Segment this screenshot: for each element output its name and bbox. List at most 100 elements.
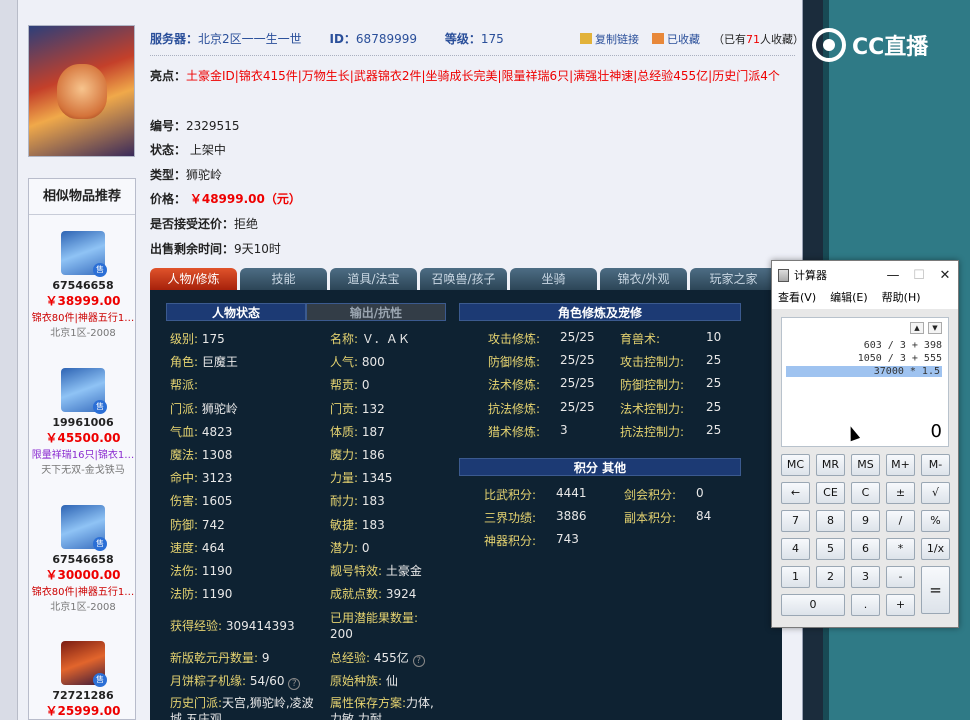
calc-key-n1[interactable]: 1 bbox=[781, 566, 810, 588]
calc-key-n7[interactable]: 7 bbox=[781, 510, 810, 532]
calc-key-sqrt[interactable]: √ bbox=[921, 482, 950, 504]
copy-link-button[interactable]: 复制链接 bbox=[580, 31, 639, 47]
calc-key-mminus[interactable]: M- bbox=[921, 454, 950, 476]
stat-value: 175 bbox=[201, 332, 225, 346]
maximize-icon[interactable]: ☐ bbox=[906, 268, 932, 283]
stat-row: 成就点数: 3924 bbox=[330, 585, 416, 602]
calc-key-n3[interactable]: 3 bbox=[851, 566, 880, 588]
calc-key-n0[interactable]: 0 bbox=[781, 594, 845, 616]
highlights-text: 土豪金ID|锦衣415件|万物生长|武器锦衣2件|坐骑成长完美|限量祥瑞6只|满… bbox=[186, 69, 780, 83]
stat-label: 防御控制力: bbox=[620, 378, 685, 393]
tab-character[interactable]: 人物/修炼 bbox=[150, 268, 237, 290]
stat-label: 育兽术: bbox=[620, 332, 661, 346]
calc-key-c[interactable]: C bbox=[851, 482, 880, 504]
stat-label: 速度: bbox=[170, 540, 199, 555]
stat-value: 1190 bbox=[201, 564, 233, 578]
calc-key-mplus[interactable]: M+ bbox=[886, 454, 915, 476]
menu-edit[interactable]: 编辑(E) bbox=[830, 289, 868, 309]
calc-key-n6[interactable]: 6 bbox=[851, 538, 880, 560]
stat-row: 魔法: 1308 bbox=[170, 446, 232, 463]
qianyuan-stat: 新版乾元丹数量: 9 bbox=[170, 651, 270, 665]
stat-value: 132 bbox=[361, 401, 385, 416]
calc-key-pct[interactable]: % bbox=[921, 510, 950, 532]
stat-value: 1345 bbox=[361, 471, 393, 486]
stat-label: 三界功绩: bbox=[484, 511, 537, 526]
stat-row: 体质: 187 bbox=[330, 423, 385, 440]
history-down-icon[interactable]: ▼ bbox=[928, 322, 942, 334]
calc-key-n8[interactable]: 8 bbox=[816, 510, 845, 532]
calc-key-sub[interactable]: - bbox=[886, 566, 915, 588]
menu-help[interactable]: 帮助(H) bbox=[882, 289, 921, 309]
close-icon[interactable]: ✕ bbox=[932, 268, 958, 283]
menu-view[interactable]: 查看(V) bbox=[778, 289, 816, 309]
char-status-header[interactable]: 人物状态 bbox=[166, 303, 306, 321]
stat-label: 剑会积分: bbox=[624, 488, 677, 502]
stat-value: 3123 bbox=[201, 471, 233, 486]
stat-row: 法防: 1190 bbox=[170, 585, 232, 602]
help-icon[interactable]: ? bbox=[288, 678, 301, 690]
calc-key-mul[interactable]: * bbox=[886, 538, 915, 560]
calc-key-n4[interactable]: 4 bbox=[781, 538, 810, 560]
item-id: 68789999 bbox=[355, 32, 417, 46]
calc-key-ms[interactable]: MS bbox=[851, 454, 880, 476]
calc-key-dot[interactable]: . bbox=[851, 594, 880, 616]
tab-skills[interactable]: 技能 bbox=[240, 268, 327, 290]
calc-key-ce[interactable]: CE bbox=[816, 482, 845, 504]
stat-value: 25 bbox=[706, 422, 722, 437]
stat-label: 级别: bbox=[170, 332, 199, 346]
tab-home[interactable]: 玩家之家 bbox=[690, 268, 777, 290]
similar-item[interactable]: 售 72721286 ￥25999.00 bbox=[29, 641, 137, 719]
favorite-button[interactable]: 已收藏 bbox=[652, 31, 700, 47]
calc-key-mr[interactable]: MR bbox=[816, 454, 845, 476]
stat-value: 25 bbox=[706, 376, 722, 391]
tab-mounts[interactable]: 坐骑 bbox=[510, 268, 597, 290]
calc-key-inv[interactable]: 1/x bbox=[921, 538, 950, 560]
calculator-menu: 查看(V) 编辑(E) 帮助(H) bbox=[772, 289, 958, 309]
calculator-titlebar[interactable]: 计算器 — ☐ ✕ bbox=[772, 261, 958, 289]
stat-value: 土豪金 bbox=[385, 564, 422, 578]
stat-row: 耐力: 183 bbox=[330, 492, 385, 509]
stat-row: 三界功绩: 3886 bbox=[484, 509, 587, 526]
calc-key-n2[interactable]: 2 bbox=[816, 566, 845, 588]
similar-item[interactable]: 售 19961006 ￥45500.00 限量祥瑞16只|锦衣1… 天下无双-金… bbox=[29, 368, 137, 476]
similar-item[interactable]: 售 67546658 ￥38999.00 锦衣80件|神器五行1… 北京1区-2… bbox=[29, 231, 137, 339]
stat-row: 魔力: 186 bbox=[330, 446, 385, 463]
stat-row: 防御: 742 bbox=[170, 516, 225, 533]
race-stat: 原始种族: 仙 bbox=[330, 674, 398, 688]
minimize-icon[interactable]: — bbox=[880, 268, 906, 283]
stat-label: 神器积分: bbox=[484, 534, 537, 549]
stat-label: 帮贡: bbox=[330, 378, 359, 393]
tab-items[interactable]: 道具/法宝 bbox=[330, 268, 417, 290]
stat-label: 防御: bbox=[170, 517, 199, 532]
calc-key-mc[interactable]: MC bbox=[781, 454, 810, 476]
stat-value: 186 bbox=[361, 448, 385, 462]
similar-item[interactable]: 售 67546658 ￥30000.00 锦衣80件|神器五行1… 北京1区-2… bbox=[29, 505, 137, 613]
stat-label: 靓号特效: bbox=[330, 564, 383, 578]
help-icon[interactable]: ? bbox=[412, 655, 425, 667]
stat-label: 潜力: bbox=[330, 540, 359, 555]
calc-key-eq[interactable]: = bbox=[921, 566, 950, 614]
calc-key-add[interactable]: + bbox=[886, 594, 915, 616]
stat-label: 命中: bbox=[170, 471, 199, 486]
stat-value: 4823 bbox=[201, 424, 233, 439]
calc-key-n9[interactable]: 9 bbox=[851, 510, 880, 532]
stat-label: 法术控制力: bbox=[620, 401, 685, 416]
stat-row: 法伤: 1190 bbox=[170, 562, 232, 579]
history-line-selected[interactable]: 37000 * 1.5 bbox=[786, 366, 942, 377]
favorite-count: （已有71人收藏） bbox=[713, 33, 804, 46]
calc-key-pm[interactable]: ± bbox=[886, 482, 915, 504]
output-resist-header[interactable]: 输出/抗性 bbox=[306, 303, 446, 321]
tab-pets[interactable]: 召唤兽/孩子 bbox=[420, 268, 507, 290]
calc-key-div[interactable]: / bbox=[886, 510, 915, 532]
tab-outfits[interactable]: 锦衣/外观 bbox=[600, 268, 687, 290]
stat-value: 25/25 bbox=[560, 353, 595, 368]
points-header: 积分 其他 bbox=[459, 458, 741, 476]
stat-row: 敏捷: 183 bbox=[330, 516, 385, 533]
history-up-icon[interactable]: ▲ bbox=[910, 322, 924, 334]
character-panel: 人物状态 输出/抗性 角色修炼及宠修 积分 其他 级别: 175 角色: 巨魔王帮… bbox=[150, 290, 782, 720]
stat-value: 0 bbox=[361, 378, 370, 393]
stat-row: 门贡: 132 bbox=[330, 400, 385, 417]
calc-key-n5[interactable]: 5 bbox=[816, 538, 845, 560]
calc-key-back[interactable]: ← bbox=[781, 482, 810, 504]
calculator-result: 0 bbox=[930, 421, 942, 442]
